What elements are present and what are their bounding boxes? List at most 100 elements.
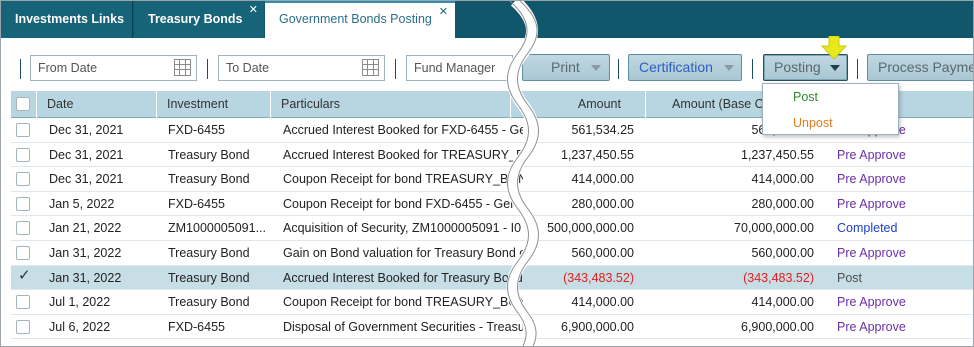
calendar-icon[interactable] [174, 59, 191, 76]
print-label: Print [551, 59, 580, 75]
cell-date: Jan 5, 2022 [49, 196, 115, 211]
cell-date: Dec 31, 2021 [49, 172, 124, 187]
row-checkbox[interactable] [16, 295, 30, 310]
cell-particulars: Gain on Bond valuation for Treasury Bond… [283, 246, 523, 260]
fund-manager-placeholder: Fund Manager [414, 61, 496, 75]
chevron-down-icon [724, 65, 734, 71]
cell-particulars: Accrued Interest Booked for Treasury Bon… [283, 270, 523, 285]
menu-item-unpost[interactable]: Unpost [763, 111, 898, 136]
toolbar-separator [207, 59, 208, 79]
tab-investments-links[interactable]: Investments Links [1, 1, 133, 38]
cell-date: Jan 31, 2022 [49, 270, 122, 285]
cell-date: Jul 6, 2022 [49, 319, 111, 334]
row-checkbox[interactable] [16, 246, 30, 260]
select-all-cell [11, 91, 37, 118]
row-checkbox[interactable] [16, 196, 30, 211]
cell-status: Pre Approve [837, 196, 906, 211]
chevron-down-icon [830, 65, 840, 71]
from-date-input[interactable]: From Date [30, 55, 197, 81]
torn-divider [506, 1, 540, 346]
row-checkbox[interactable] [16, 172, 30, 187]
cell-investment: FXD-6455 [168, 196, 225, 211]
close-icon[interactable]: ✕ [439, 7, 448, 18]
tab-government-bonds-posting[interactable]: Government Bonds Posting ✕ [265, 1, 455, 38]
table-row[interactable]: Jul 6, 2022 FXD-6455 Disposal of Governmen… [11, 315, 973, 340]
toolbar-separator [20, 59, 21, 79]
cell-investment: Treasury Bond [168, 147, 250, 162]
row-select-cell [11, 118, 37, 142]
cell-status: Pre Approve [837, 147, 906, 162]
fund-manager-input[interactable]: Fund Manager [406, 55, 513, 81]
toolbar-separator [395, 59, 396, 79]
process-payment-label: Process Payme [878, 59, 974, 75]
cell-date: Dec 31, 2021 [49, 147, 124, 162]
cell-particulars: Acquisition of Security, ZM1000005091 - … [283, 221, 522, 236]
table-row[interactable]: Dec 31, 2021 Treasury Bond Coupon Receipt … [11, 167, 973, 192]
row-select-cell [11, 143, 37, 167]
cell-amount-base: 70,000,000.00 [734, 221, 814, 236]
certification-button[interactable]: Certification [628, 54, 742, 81]
to-date-placeholder: To Date [226, 61, 270, 75]
table-row[interactable]: Dec 31, 2021 Treasury Bond Accrued Interes… [11, 143, 973, 168]
row-select-cell [11, 167, 37, 191]
table-row[interactable]: Jan 5, 2022 FXD-6455 Coupon Receipt for bo… [11, 192, 973, 217]
cell-investment: FXD-6455 [168, 123, 225, 137]
tab-treasury-bonds[interactable]: Treasury Bonds ✕ [134, 1, 264, 38]
cell-amount-base: 414,000.00 [751, 172, 814, 187]
checkmark-icon[interactable]: ✓ [18, 268, 31, 283]
cell-particulars: Coupon Receipt for bond TREASURY_BONDS -… [283, 172, 523, 187]
to-date-input[interactable]: To Date [218, 55, 385, 81]
column-particulars[interactable]: Particulars [271, 91, 511, 118]
cell-date: Jul 1, 2022 [49, 295, 111, 310]
row-select-cell [11, 315, 37, 339]
cell-status: Pre Approve [837, 172, 906, 187]
row-checkbox[interactable] [16, 147, 30, 162]
toolbar-separator [857, 59, 858, 79]
tab-label: Investments Links [15, 12, 125, 26]
column-date[interactable]: Date [37, 91, 157, 118]
calendar-icon[interactable] [362, 59, 379, 76]
cell-investment: ZM1000005091... [168, 221, 266, 236]
cell-status: Completed [837, 221, 898, 236]
toolbar-separator [752, 59, 753, 79]
cell-investment: Treasury Bond [168, 172, 250, 187]
cell-status: Pre Approve [837, 319, 906, 334]
certification-label: Certification [639, 59, 713, 75]
row-checkbox[interactable] [16, 319, 30, 334]
cell-particulars: Accrued Interest Booked for FXD-6455 - G… [283, 123, 523, 137]
cell-amount-base: 6,900,000.00 [741, 319, 814, 334]
posting-dropdown-menu: Post Unpost [762, 83, 899, 135]
row-select-cell [11, 290, 37, 314]
cell-date: Jan 21, 2022 [49, 221, 122, 236]
cell-status: Pre Approve [837, 295, 906, 310]
tab-label: Treasury Bonds [148, 12, 243, 26]
menu-item-post[interactable]: Post [763, 85, 898, 110]
chevron-down-icon [591, 65, 601, 71]
cell-date: Dec 31, 2021 [49, 123, 124, 137]
table-row[interactable]: ✓ Jan 31, 2022 Treasury Bond Accrued Intere… [11, 265, 973, 291]
cell-amount-base: (343,483.52) [743, 270, 814, 285]
toolbar-separator [618, 59, 619, 79]
table-row[interactable]: Jan 31, 2022 Treasury Bond Gain on Bond va… [11, 241, 973, 266]
cell-status: Pre Approve [837, 246, 906, 260]
row-checkbox[interactable] [16, 221, 30, 236]
process-payment-button[interactable]: Process Payme [867, 54, 974, 81]
cell-particulars: Coupon Receipt for bond FXD-6455 - GenAf… [283, 196, 523, 211]
table-body: Dec 31, 2021 FXD-6455 Accrued Interest Boo… [11, 118, 973, 346]
from-date-placeholder: From Date [38, 61, 98, 75]
column-investment[interactable]: Investment [157, 91, 271, 118]
close-icon[interactable]: ✕ [249, 5, 258, 16]
table-row[interactable]: Jan 21, 2022 ZM1000005091... Acquisition o… [11, 216, 973, 241]
select-all-checkbox[interactable] [16, 97, 30, 111]
row-select-cell: ✓ [11, 266, 37, 290]
cell-date: Jan 31, 2022 [49, 246, 122, 260]
cell-particulars: Disposal of Government Securities - Trea… [283, 319, 523, 334]
tab-bar: Investments Links Treasury Bonds ✕ Gover… [1, 1, 973, 38]
row-select-cell [11, 192, 37, 216]
cell-particulars: Coupon Receipt for bond TREASURY_BONDS [283, 295, 523, 310]
row-checkbox[interactable] [16, 123, 30, 137]
cell-investment: FXD-6455 [168, 319, 225, 334]
posting-window: Investments Links Treasury Bonds ✕ Gover… [0, 0, 974, 347]
table-row[interactable]: Jul 1, 2022 Treasury Bond Coupon Receipt f… [11, 290, 973, 315]
row-select-cell [11, 241, 37, 265]
